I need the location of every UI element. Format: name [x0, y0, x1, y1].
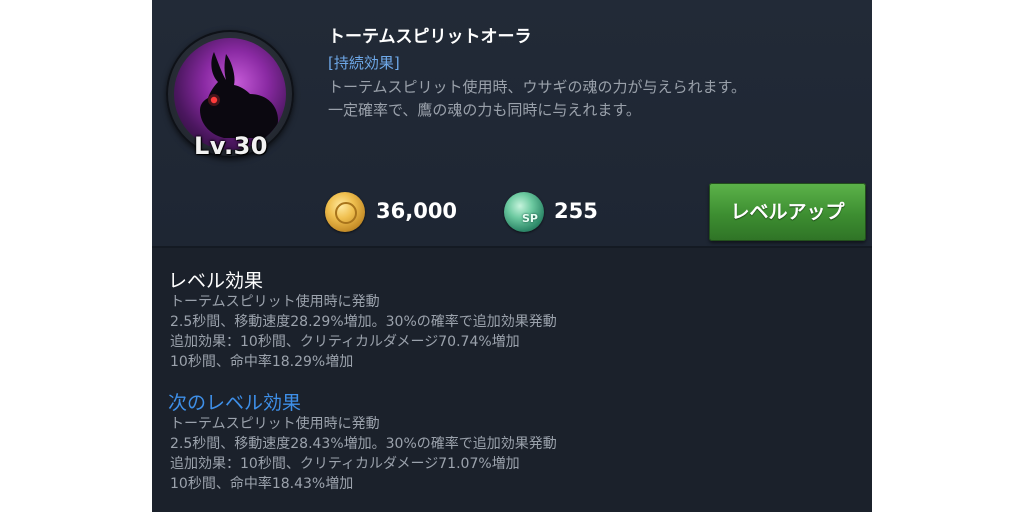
effect-line: 追加効果：10秒間、クリティカルダメージ70.74%増加	[170, 334, 520, 350]
effect-line: トーテムスピリット使用時に発動	[170, 294, 380, 310]
effect-type-tag: [持続効果]	[328, 54, 400, 72]
current-effect-details: トーテムスピリット使用時に発動 2.5秒間、移動速度28.29%増加。30%の確…	[170, 292, 860, 372]
skill-detail-panel: Lv.30 トーテムスピリットオーラ [持続効果] トーテムスピリット使用時、ウ…	[152, 0, 872, 512]
level-up-button[interactable]: レベルアップ	[709, 183, 866, 241]
effect-line: 2.5秒間、移動速度28.29%増加。30%の確率で追加効果発動	[170, 314, 557, 330]
gold-cost-value: 36,000	[376, 199, 458, 223]
effect-line: 10秒間、命中率18.43%増加	[170, 476, 354, 492]
skill-description-line: 一定確率で、鷹の魂の力も同時に与えれます。	[328, 101, 641, 119]
skill-level-label: Lv.30	[194, 132, 268, 160]
skill-header-section: Lv.30 トーテムスピリットオーラ [持続効果] トーテムスピリット使用時、ウ…	[152, 0, 872, 246]
effect-line: 2.5秒間、移動速度28.43%増加。30%の確率で追加効果発動	[170, 436, 557, 452]
skill-name: トーテムスピリットオーラ	[328, 27, 532, 47]
sp-cost-value: 255	[554, 199, 598, 223]
next-effect-title: 次のレベル効果	[168, 392, 302, 414]
sp-coin-icon: SP	[504, 192, 544, 232]
next-effect-details: トーテムスピリット使用時に発動 2.5秒間、移動速度28.43%増加。30%の確…	[170, 414, 860, 494]
current-effect-title: レベル効果	[168, 270, 264, 292]
effect-line: トーテムスピリット使用時に発動	[170, 416, 380, 432]
skill-description-line: トーテムスピリット使用時、ウサギの魂の力が与えられます。	[328, 78, 747, 96]
skill-description: トーテムスピリット使用時、ウサギの魂の力が与えられます。 一定確率で、鷹の魂の力…	[328, 76, 858, 122]
effect-line: 10秒間、命中率18.29%増加	[170, 354, 354, 370]
effect-line: 追加効果：10秒間、クリティカルダメージ71.07%増加	[170, 456, 520, 472]
sp-icon-label: SP	[522, 212, 538, 225]
gold-coin-icon	[325, 192, 365, 232]
